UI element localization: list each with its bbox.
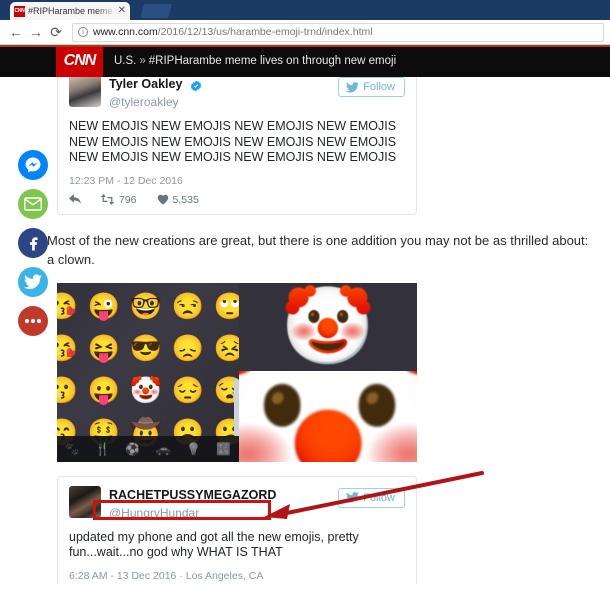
- emoji-category-icon[interactable]: 🍴: [95, 442, 110, 456]
- tweet-handle[interactable]: @tyleroakley: [109, 95, 202, 110]
- emoji-cell[interactable]: 😝: [88, 335, 120, 361]
- header-accent-line: [0, 45, 610, 47]
- tweet-embed-hungryhundar: RACHETPUSSYMEGAZORD @HungryHundar Follow…: [57, 475, 417, 589]
- emoji-grid: 😘 😜 🤓 😒 🙄 😘 😝 😎 😞 😣 😗 😛 🤡 😔 😪 😙 🤑 🤠 ☹️ 😕: [57, 285, 239, 453]
- address-bar[interactable]: i www.cnn.com/2016/12/13/us/harambe-emoj…: [72, 22, 604, 42]
- emoji-cell[interactable]: 😔: [172, 377, 204, 403]
- forward-icon[interactable]: →: [26, 22, 46, 42]
- page-bottom-area: [0, 584, 610, 589]
- clown-emoji-image: 🤡: [239, 282, 417, 371]
- reply-icon[interactable]: [69, 194, 82, 205]
- emoji-cell[interactable]: 😛: [88, 377, 120, 403]
- twitter-icon[interactable]: [18, 267, 48, 297]
- tweet-author: Tyler Oakley @tyleroakley: [109, 75, 202, 110]
- like-count-value: 5,535: [172, 193, 199, 206]
- breadcrumb-headline: #RIPHarambe meme lives on through new em…: [148, 55, 397, 67]
- close-icon[interactable]: ✕: [118, 6, 126, 16]
- emoji-category-icon[interactable]: 🚗: [156, 442, 171, 456]
- browser-chrome: CNN #RIPHarambe meme live ✕ ← → ⟳ i www.…: [0, 0, 610, 45]
- site-info-icon[interactable]: i: [78, 27, 88, 37]
- emoji-cell[interactable]: 😞: [172, 335, 204, 361]
- tweet-handle[interactable]: @HungryHundar: [109, 506, 276, 521]
- emoji-cell[interactable]: 😜: [88, 293, 120, 319]
- emoji-category-icon[interactable]: ⚽: [125, 442, 140, 456]
- verified-badge-icon: [190, 79, 202, 92]
- breadcrumb: U.S.» #RIPHarambe meme lives on through n…: [114, 55, 396, 67]
- tweet-display-name[interactable]: Tyler Oakley: [109, 77, 182, 92]
- clown-face-icon: 🤡: [280, 283, 376, 369]
- clown-face-zoom-icon: 🤡: [239, 371, 417, 462]
- page-viewport: CNN U.S.» #RIPHarambe meme lives on throu…: [0, 45, 610, 589]
- follow-button[interactable]: Follow: [338, 77, 405, 97]
- new-tab-button[interactable]: [139, 4, 173, 18]
- cnn-site-header: CNN U.S.» #RIPHarambe meme lives on throu…: [0, 45, 610, 77]
- more-icon[interactable]: [18, 306, 48, 336]
- email-icon[interactable]: [18, 189, 48, 219]
- emoji-category-toolbar: 🐾 🍴 ⚽ 🚗 💡 🔣: [57, 435, 239, 462]
- tweet-actions: 796 5,535: [69, 194, 405, 206]
- breadcrumb-section[interactable]: U.S.: [114, 55, 136, 67]
- reload-icon[interactable]: ⟳: [46, 22, 66, 42]
- retweet-count-value: 796: [119, 193, 137, 206]
- article-body: Tyler Oakley @tyleroakley Follow NEW EMO…: [47, 45, 592, 589]
- tweet-author: RACHETPUSSYMEGAZORD @HungryHundar: [109, 486, 276, 521]
- tweet-embed-tyleroakley: Tyler Oakley @tyleroakley Follow NEW EMO…: [57, 65, 417, 215]
- tweet-text: updated my phone and got all the new emo…: [69, 529, 359, 560]
- messenger-icon[interactable]: [18, 150, 48, 180]
- emoji-cell[interactable]: 🤡: [130, 377, 162, 403]
- follow-label: Follow: [363, 81, 395, 93]
- breadcrumb-separator: »: [139, 55, 146, 67]
- tweet-display-name[interactable]: RACHETPUSSYMEGAZORD: [109, 488, 276, 503]
- tweet-text: NEW EMOJIS NEW EMOJIS NEW EMOJIS NEW EMO…: [69, 119, 397, 164]
- retweet-count[interactable]: 796: [100, 194, 137, 206]
- emoji-keyboard-pane: 😘 😜 🤓 😒 🙄 😘 😝 😎 😞 😣 😗 😛 🤡 😔 😪 😙 🤑 🤠 ☹️ 😕 🐾 🍴 ⚽ 🚗 💡 🔣: [57, 282, 239, 462]
- share-rail: [18, 150, 48, 336]
- url-path: /2016/12/13/us/harambe-emoji-trnd/index.…: [157, 26, 373, 38]
- cnn-favicon-icon: CNN: [14, 5, 25, 17]
- emoji-cell[interactable]: 😘: [57, 335, 78, 361]
- facebook-icon[interactable]: [18, 228, 48, 258]
- url-text: www.cnn.com/2016/12/13/us/harambe-emoji-…: [93, 26, 373, 38]
- back-icon[interactable]: ←: [6, 22, 26, 42]
- emoji-cell[interactable]: 😎: [130, 335, 162, 361]
- emoji-cell[interactable]: 🤓: [130, 293, 162, 319]
- emoji-screenshot-media[interactable]: 😘😜🤓😒🙄😘😝😎😞😣😗😛🤡😔😪😙🤑🤠☹️😕 🐾🍴⚽🚗💡🔣 🤡 🤡: [57, 282, 417, 462]
- emoji-category-icon[interactable]: 🐾: [65, 442, 80, 456]
- clown-emoji-zoom-image: 🤡: [239, 370, 417, 462]
- avatar[interactable]: [69, 75, 101, 107]
- emoji-cell[interactable]: 😘: [57, 293, 78, 319]
- emoji-cell[interactable]: 😣: [214, 335, 239, 361]
- emoji-cell[interactable]: 😗: [57, 377, 78, 403]
- tweet-header: Tyler Oakley @tyleroakley Follow: [69, 75, 405, 110]
- emoji-cell[interactable]: 😒: [172, 293, 204, 319]
- url-domain: www.cnn.com: [93, 26, 158, 38]
- emoji-category-icon[interactable]: 🔣: [216, 442, 231, 456]
- tab-title: #RIPHarambe meme live: [28, 6, 116, 16]
- article-paragraph: Most of the new creations are great, but…: [47, 232, 589, 267]
- tab-strip: CNN #RIPHarambe meme live ✕: [0, 0, 610, 20]
- avatar[interactable]: [69, 485, 101, 518]
- tweet-timestamp[interactable]: 12:23 PM - 12 Dec 2016: [69, 175, 405, 187]
- tweet-timestamp[interactable]: 6:28 AM - 13 Dec 2016 · Los Angeles, CA: [69, 570, 405, 582]
- emoji-cell[interactable]: 🙄: [214, 293, 239, 319]
- emoji-category-icon[interactable]: 💡: [186, 442, 201, 456]
- cnn-logo[interactable]: CNN: [56, 45, 103, 77]
- follow-button[interactable]: Follow: [338, 487, 405, 508]
- like-count[interactable]: 5,535: [157, 194, 199, 206]
- follow-label: Follow: [363, 491, 395, 504]
- omnibar: ← → ⟳ i www.cnn.com/2016/12/13/us/haramb…: [0, 20, 610, 45]
- tweet-header: RACHETPUSSYMEGAZORD @HungryHundar Follow: [69, 485, 405, 521]
- browser-tab[interactable]: CNN #RIPHarambe meme live ✕: [10, 2, 130, 20]
